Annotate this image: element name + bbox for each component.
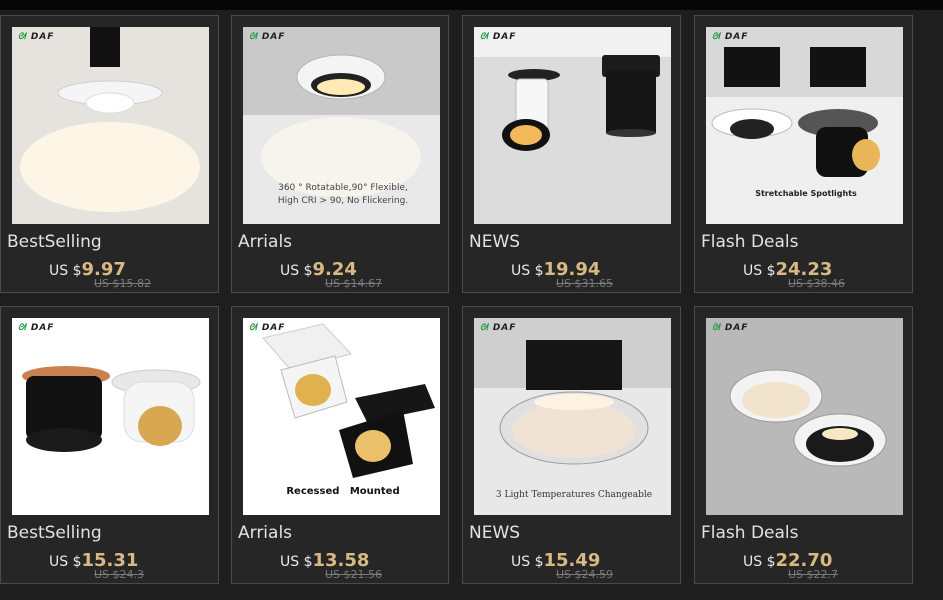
brand-logo: ᘛ DAF <box>249 323 286 333</box>
image-caption: 3 Light Temperatures Changeable <box>495 490 653 500</box>
product-card[interactable]: ᘛ DAF Stretchable Spotlights Flash Deals… <box>694 15 913 293</box>
brand-logo: ᘛ DAF <box>249 32 286 42</box>
old-price: US $38.46 <box>788 277 846 290</box>
product-image[interactable]: ᘛ DAF <box>12 27 209 224</box>
brand-logo: ᘛ DAF <box>480 323 517 333</box>
product-card[interactable]: ᘛ DAF 360 ° Rotatable,90° Flexible, High… <box>231 15 449 293</box>
old-price: US $15.82 <box>94 277 152 290</box>
old-price: US $24.3 <box>94 568 145 581</box>
category-title: Flash Deals <box>701 523 799 543</box>
brand-logo: ᘛ DAF <box>712 32 749 42</box>
old-price: US $22.7 <box>788 568 839 581</box>
brand-logo: ᘛ DAF <box>18 32 55 42</box>
product-card[interactable]: ᘛ DAF Recessed Mounted Arrials US $13.58… <box>231 306 449 584</box>
product-image[interactable]: ᘛ DAF 3 Light Temperatures Changeable <box>474 318 671 515</box>
product-image[interactable]: ᘛ DAF <box>706 318 903 515</box>
product-card[interactable]: ᘛ DAF Flash Deals US $22.70 US $22.7 <box>694 306 913 584</box>
brand-logo: ᘛ DAF <box>480 32 517 42</box>
top-bar <box>0 0 943 10</box>
category-title: Arrials <box>238 523 293 543</box>
category-title: BestSelling <box>7 523 102 543</box>
product-image[interactable]: ᘛ DAF Recessed Mounted <box>243 318 440 515</box>
category-title: Flash Deals <box>701 232 799 252</box>
product-card[interactable]: ᘛ DAF BestSelling US $15.31 US $24.3 <box>0 306 219 584</box>
product-card[interactable]: ᘛ DAF BestSelling US $9.97 US $15.82 <box>0 15 219 293</box>
product-image[interactable]: ᘛ DAF <box>12 318 209 515</box>
image-caption: Stretchable Spotlights <box>755 189 857 198</box>
brand-logo: ᘛ DAF <box>18 323 55 333</box>
old-price: US $24.59 <box>556 568 614 581</box>
product-image[interactable]: ᘛ DAF <box>474 27 671 224</box>
old-price: US $21.56 <box>325 568 383 581</box>
image-caption: 360 ° Rotatable,90° Flexible, High CRI >… <box>277 183 409 206</box>
product-image[interactable]: ᘛ DAF Stretchable Spotlights <box>706 27 903 224</box>
product-card[interactable]: ᘛ DAF 3 Light Temperatures Changeable NE… <box>462 306 681 584</box>
old-price: US $14.67 <box>325 277 383 290</box>
product-card[interactable]: ᘛ DAF NEWS US $19.94 US $31.65 <box>462 15 681 293</box>
brand-logo: ᘛ DAF <box>712 323 749 333</box>
category-title: BestSelling <box>7 232 102 252</box>
product-image[interactable]: ᘛ DAF 360 ° Rotatable,90° Flexible, High… <box>243 27 440 224</box>
category-title: Arrials <box>238 232 293 252</box>
category-title: NEWS <box>469 232 521 252</box>
image-caption: Recessed Mounted <box>286 486 400 497</box>
category-title: NEWS <box>469 523 521 543</box>
old-price: US $31.65 <box>556 277 614 290</box>
